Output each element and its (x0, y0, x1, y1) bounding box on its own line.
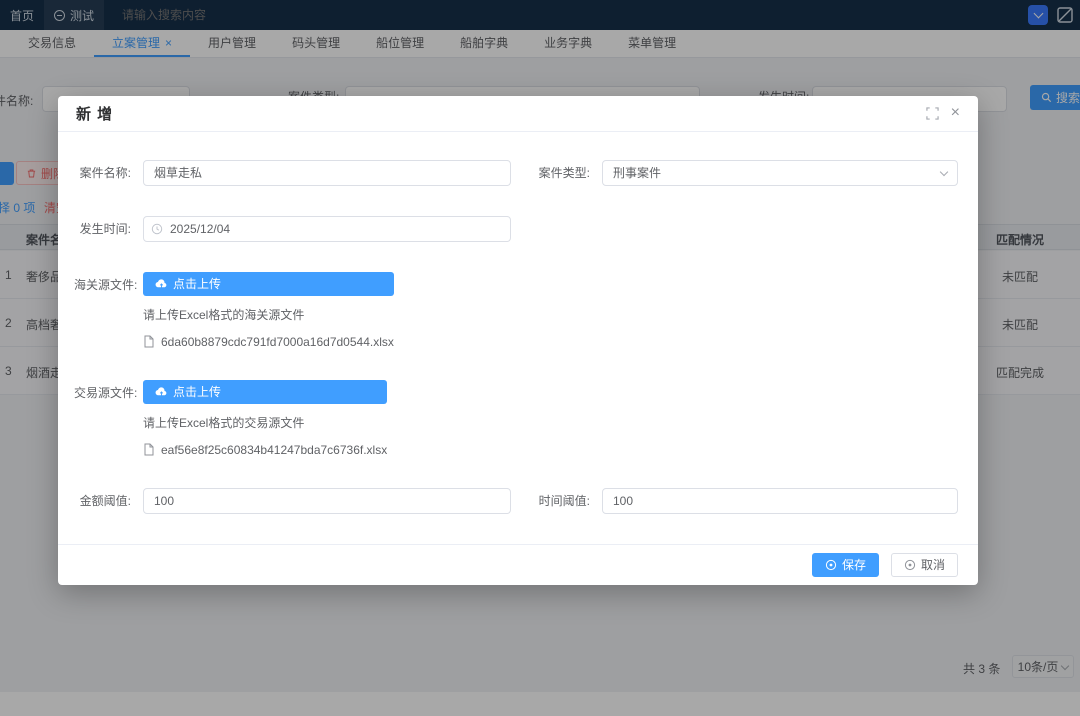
cloud-upload-icon (155, 386, 168, 397)
customs-upload-tip: 请上传Excel格式的海关源文件 (143, 306, 394, 323)
customs-upload-block: 点击上传 请上传Excel格式的海关源文件 6da60b8879cdc791fd… (143, 272, 394, 349)
case-name-input[interactable] (143, 160, 511, 186)
save-button-label: 保存 (842, 556, 866, 573)
occur-time-label: 发生时间: (74, 216, 131, 242)
dialog-header: 新 增 × (58, 96, 978, 132)
fullscreen-icon[interactable] (926, 107, 939, 120)
close-icon[interactable]: × (951, 105, 960, 121)
form-row: 海关源文件: 点击上传 请上传Excel格式的海关源文件 6da60b8879c… (74, 272, 958, 349)
customs-upload-button[interactable]: 点击上传 (143, 272, 394, 296)
trade-file-label: 交易源文件: (74, 380, 131, 406)
upload-button-label: 点击上传 (173, 383, 221, 400)
trade-file-name: eaf56e8f25c60834b41247bda7c6736f.xlsx (161, 443, 387, 457)
trade-upload-block: 点击上传 请上传Excel格式的交易源文件 eaf56e8f25c60834b4… (143, 380, 387, 457)
case-type-label: 案件类型: (533, 160, 590, 186)
circle-icon (825, 559, 837, 571)
upload-button-label: 点击上传 (173, 275, 221, 292)
chevron-down-icon (940, 168, 948, 176)
amount-threshold-input[interactable] (143, 488, 511, 514)
cancel-button-label: 取消 (921, 556, 945, 573)
dialog-footer: 保存 取消 (58, 544, 978, 585)
dialog-tools: × (926, 105, 960, 121)
cancel-button[interactable]: 取消 (891, 553, 958, 577)
form-row: 金额阈值: 时间阈值: (74, 488, 958, 514)
time-threshold-input[interactable] (602, 488, 958, 514)
add-case-dialog: 新 增 × 案件名称: 案件类型: 刑事案件 (58, 96, 978, 585)
document-icon (143, 443, 155, 456)
trade-upload-tip: 请上传Excel格式的交易源文件 (143, 414, 387, 431)
case-type-select[interactable]: 刑事案件 (602, 160, 958, 186)
occur-time-input[interactable] (143, 216, 511, 242)
amount-threshold-label: 金额阈值: (74, 488, 131, 514)
trade-upload-button[interactable]: 点击上传 (143, 380, 387, 404)
form-row: 发生时间: (74, 216, 958, 242)
form-row: 交易源文件: 点击上传 请上传Excel格式的交易源文件 eaf56e8f25c… (74, 380, 958, 457)
case-name-label: 案件名称: (74, 160, 131, 186)
save-button[interactable]: 保存 (812, 553, 879, 577)
date-picker (143, 216, 511, 242)
cloud-upload-icon (155, 278, 168, 289)
dialog-title: 新 增 (76, 103, 113, 124)
trade-file-item[interactable]: eaf56e8f25c60834b41247bda7c6736f.xlsx (143, 443, 387, 457)
time-threshold-label: 时间阈值: (533, 488, 590, 514)
customs-file-name: 6da60b8879cdc791fd7000a16d7d0544.xlsx (161, 335, 394, 349)
dialog-body: 案件名称: 案件类型: 刑事案件 发生时间: 海关源文件: (58, 132, 978, 544)
app-window: 首页 测试 交易信息 立案管理 × 用户管理 码头管理 船位管理 船舶字典 业务… (0, 0, 1080, 716)
circle-icon (904, 559, 916, 571)
customs-file-label: 海关源文件: (74, 272, 131, 298)
document-icon (143, 335, 155, 348)
customs-file-item[interactable]: 6da60b8879cdc791fd7000a16d7d0544.xlsx (143, 335, 394, 349)
clock-icon (151, 223, 163, 235)
case-type-value: 刑事案件 (613, 164, 661, 181)
form-row: 案件名称: 案件类型: 刑事案件 (74, 160, 958, 186)
